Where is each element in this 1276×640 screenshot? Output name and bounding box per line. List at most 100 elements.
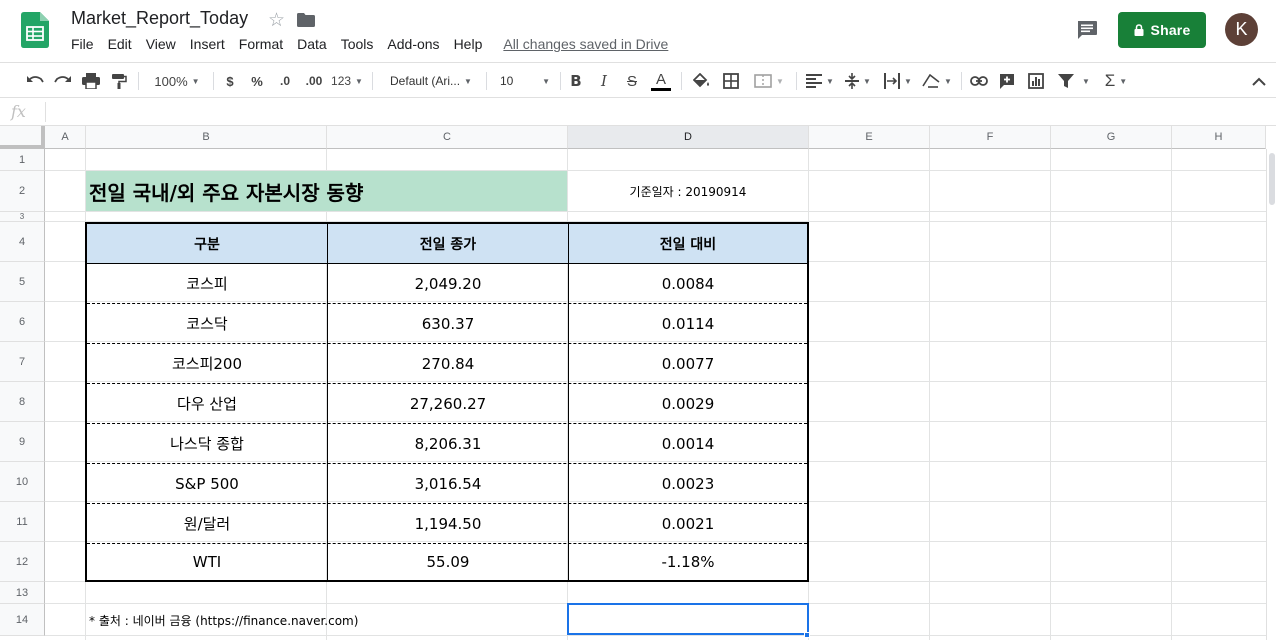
row-header-8[interactable]: 8	[0, 382, 45, 422]
row-header-9[interactable]: 9	[0, 422, 45, 462]
insert-link-icon[interactable]	[968, 69, 990, 93]
column-header-h[interactable]: H	[1172, 126, 1266, 149]
row-header-7[interactable]: 7	[0, 342, 45, 382]
cell-close[interactable]: 27,260.27	[328, 384, 568, 423]
cell-change[interactable]: -1.18%	[569, 544, 807, 580]
star-icon[interactable]: ☆	[268, 9, 285, 32]
increase-decimal-button[interactable]: .00	[302, 69, 326, 93]
menu-edit[interactable]: Edit	[101, 35, 139, 55]
cell-close[interactable]: 8,206.31	[328, 424, 568, 463]
strikethrough-button[interactable]: S	[622, 69, 642, 93]
cell-close[interactable]: 2,049.20	[328, 264, 568, 303]
cell-close[interactable]: 3,016.54	[328, 464, 568, 503]
vertical-align-icon[interactable]: ▼	[842, 69, 874, 93]
cell-category[interactable]: 코스피	[87, 264, 327, 303]
merge-cells-icon[interactable]: ▼	[749, 69, 789, 93]
font-family-select[interactable]: Default (Ari... ▼	[384, 69, 478, 93]
cell-category[interactable]: 다우 산업	[87, 384, 327, 423]
header-cell-change[interactable]: 전일 대비	[569, 224, 807, 263]
cell-category[interactable]: 원/달러	[87, 504, 327, 543]
cell-close[interactable]: 630.37	[328, 304, 568, 343]
fill-color-icon[interactable]	[690, 69, 712, 93]
column-header-a[interactable]: A	[45, 126, 86, 149]
italic-button[interactable]: I	[594, 69, 614, 93]
text-wrapping-icon[interactable]: ▼	[882, 69, 914, 93]
comments-icon[interactable]	[1075, 18, 1099, 42]
cell-category[interactable]: S&P 500	[87, 464, 327, 503]
cell-category[interactable]: 코스피200	[87, 344, 327, 383]
cell-close[interactable]: 55.09	[328, 544, 568, 580]
fill-handle[interactable]	[804, 632, 810, 638]
source-note-cell[interactable]: * 출처 : 네이버 금융 (https://finance.naver.com…	[89, 604, 358, 636]
cell-category[interactable]: WTI	[87, 544, 327, 580]
paint-format-icon[interactable]	[108, 69, 130, 93]
cell-change[interactable]: 0.0014	[569, 424, 807, 463]
row-header-4[interactable]: 4	[0, 222, 45, 262]
more-formats-button[interactable]: 123 ▼	[330, 69, 364, 93]
row-header-14[interactable]: 14	[0, 604, 45, 636]
avatar[interactable]: K	[1225, 13, 1258, 46]
row-header-3[interactable]: 3	[0, 212, 45, 222]
cell-category[interactable]: 코스닥	[87, 304, 327, 343]
select-all-corner[interactable]	[0, 126, 45, 149]
percent-format-button[interactable]: %	[247, 69, 267, 93]
cell-category[interactable]: 나스닥 종합	[87, 424, 327, 463]
vertical-scrollbar[interactable]	[1266, 149, 1276, 640]
column-header-d[interactable]: D	[568, 126, 809, 149]
column-header-f[interactable]: F	[930, 126, 1051, 149]
insert-chart-icon[interactable]	[1025, 69, 1047, 93]
sheets-logo-icon[interactable]	[21, 12, 49, 48]
row-header-2[interactable]: 2	[0, 171, 45, 212]
menu-file[interactable]: File	[64, 35, 101, 55]
redo-icon[interactable]	[52, 69, 74, 93]
menu-format[interactable]: Format	[232, 35, 290, 55]
cell-change[interactable]: 0.0029	[569, 384, 807, 423]
bold-button[interactable]: B	[566, 69, 586, 93]
header-cell-category[interactable]: 구분	[87, 224, 327, 263]
row-header-1[interactable]: 1	[0, 149, 45, 171]
menu-insert[interactable]: Insert	[183, 35, 232, 55]
scrollbar-thumb[interactable]	[1269, 153, 1275, 205]
menu-data[interactable]: Data	[290, 35, 334, 55]
decrease-decimal-button[interactable]: .0	[273, 69, 297, 93]
cell-change[interactable]: 0.0021	[569, 504, 807, 543]
text-rotation-icon[interactable]: ▼	[920, 69, 954, 93]
cell-close[interactable]: 1,194.50	[328, 504, 568, 543]
horizontal-align-icon[interactable]: ▼	[804, 69, 836, 93]
menu-tools[interactable]: Tools	[334, 35, 381, 55]
cell-change[interactable]: 0.0077	[569, 344, 807, 383]
currency-format-button[interactable]: $	[220, 69, 240, 93]
row-header-6[interactable]: 6	[0, 302, 45, 342]
document-title[interactable]: Market_Report_Today	[71, 8, 248, 29]
column-header-c[interactable]: C	[327, 126, 568, 149]
share-button[interactable]: Share	[1118, 12, 1206, 48]
row-header-5[interactable]: 5	[0, 262, 45, 302]
borders-icon[interactable]	[720, 69, 742, 93]
cell-change[interactable]: 0.0084	[569, 264, 807, 303]
filter-icon[interactable]: ▼	[1054, 69, 1094, 93]
cell-change[interactable]: 0.0023	[569, 464, 807, 503]
header-cell-close[interactable]: 전일 종가	[328, 224, 568, 263]
cell-close[interactable]: 270.84	[328, 344, 568, 383]
insert-comment-icon[interactable]	[996, 69, 1018, 93]
menu-add-ons[interactable]: Add-ons	[380, 35, 446, 55]
row-header-13[interactable]: 13	[0, 582, 45, 604]
font-size-select[interactable]: 10 ▼	[494, 69, 552, 93]
menu-view[interactable]: View	[139, 35, 183, 55]
row-header-10[interactable]: 10	[0, 462, 45, 502]
undo-icon[interactable]	[24, 69, 46, 93]
folder-icon[interactable]	[297, 13, 315, 27]
menu-help[interactable]: Help	[447, 35, 490, 55]
functions-icon[interactable]: Σ ▼	[1100, 69, 1132, 93]
row-header-11[interactable]: 11	[0, 502, 45, 542]
column-header-g[interactable]: G	[1051, 126, 1172, 149]
cell-change[interactable]: 0.0114	[569, 304, 807, 343]
base-date-cell[interactable]: 기준일자 : 20190914	[568, 171, 808, 211]
text-color-button[interactable]: A	[650, 69, 672, 93]
report-title-cell[interactable]: 전일 국내/외 주요 자본시장 동향	[86, 171, 567, 211]
active-cell-selection[interactable]	[567, 603, 809, 635]
column-header-e[interactable]: E	[809, 126, 930, 149]
row-header-12[interactable]: 12	[0, 542, 45, 582]
zoom-select[interactable]: 100% ▼	[148, 69, 206, 93]
print-icon[interactable]	[80, 69, 102, 93]
